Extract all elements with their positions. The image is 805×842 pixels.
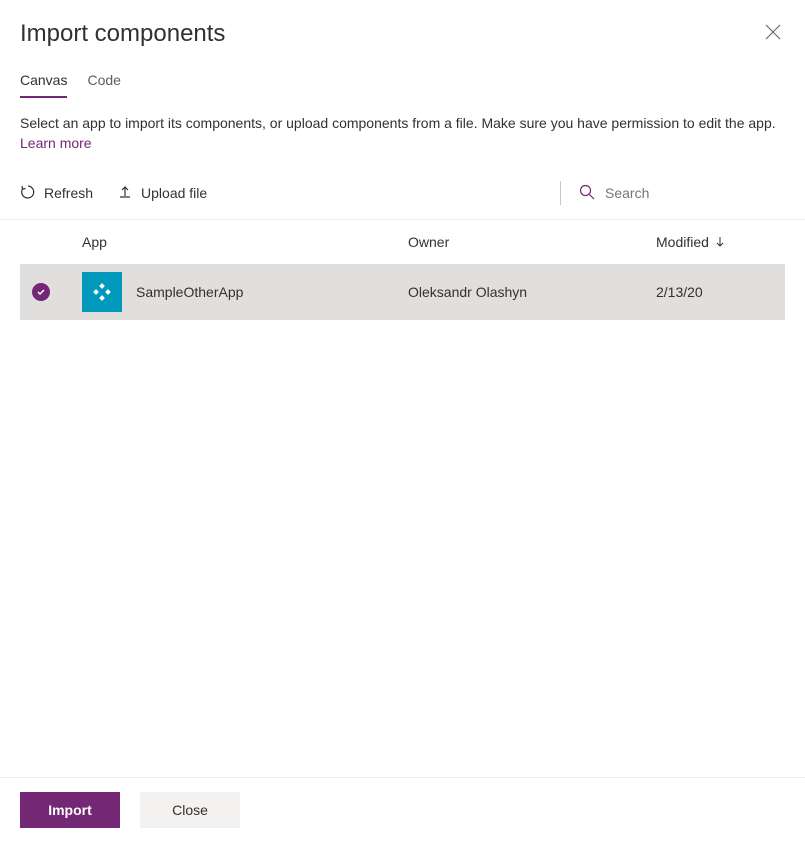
app-name: SampleOtherApp [136, 284, 243, 300]
tabs: Canvas Code [20, 68, 785, 98]
search-area[interactable] [560, 181, 785, 205]
description-text: Select an app to import its components, … [20, 115, 776, 131]
footer: Import Close [0, 777, 805, 842]
close-icon [765, 24, 781, 43]
tab-canvas[interactable]: Canvas [20, 68, 67, 98]
table-row[interactable]: SampleOtherApp Oleksandr Olashyn 2/13/20 [20, 264, 785, 320]
import-button[interactable]: Import [20, 792, 120, 828]
page-title: Import components [20, 20, 225, 48]
table-header: App Owner Modified [20, 220, 785, 264]
search-icon [579, 184, 595, 203]
upload-file-button[interactable]: Upload file [117, 184, 207, 203]
column-header-modified[interactable]: Modified [656, 234, 785, 250]
learn-more-link[interactable]: Learn more [20, 135, 92, 151]
upload-file-label: Upload file [141, 185, 207, 201]
checkmark-icon [32, 283, 50, 301]
app-icon [82, 272, 122, 312]
refresh-icon [20, 184, 36, 203]
column-header-owner[interactable]: Owner [408, 234, 656, 250]
upload-icon [117, 184, 133, 203]
close-button[interactable] [761, 20, 785, 47]
close-footer-button[interactable]: Close [140, 792, 240, 828]
refresh-button[interactable]: Refresh [20, 184, 93, 203]
search-input[interactable] [605, 185, 785, 201]
column-header-modified-label: Modified [656, 234, 709, 250]
column-header-app[interactable]: App [82, 234, 408, 250]
refresh-label: Refresh [44, 185, 93, 201]
modified-date: 2/13/20 [656, 284, 785, 300]
description: Select an app to import its components, … [0, 98, 805, 153]
tab-code[interactable]: Code [87, 68, 120, 98]
owner-name: Oleksandr Olashyn [408, 284, 656, 300]
sort-descending-icon [715, 236, 725, 248]
row-checkbox[interactable] [20, 283, 82, 301]
